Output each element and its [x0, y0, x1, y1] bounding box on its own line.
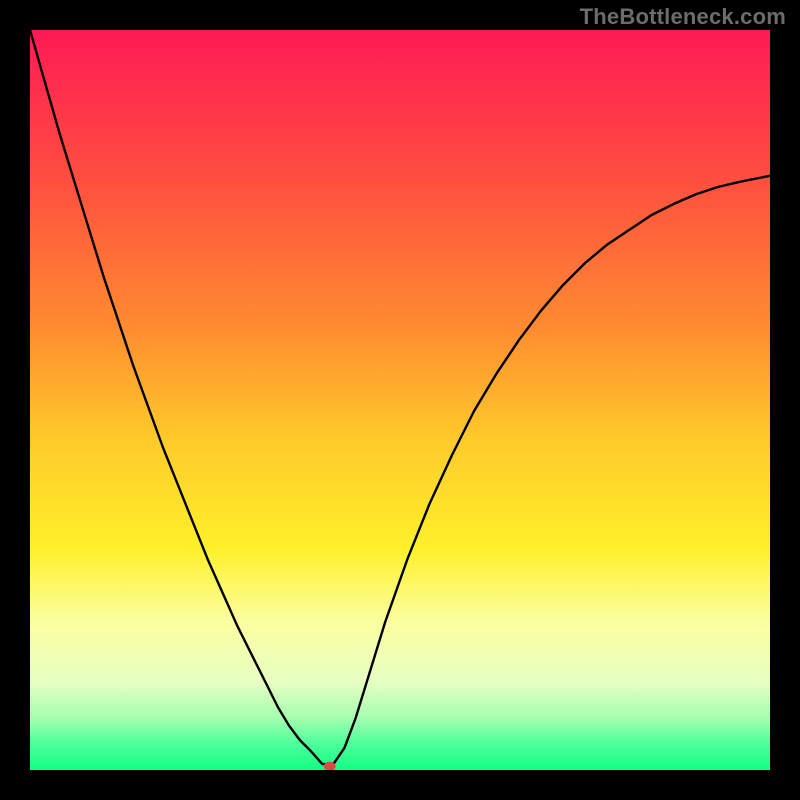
watermark-text: TheBottleneck.com — [580, 4, 786, 30]
chart-frame: TheBottleneck.com — [0, 0, 800, 800]
chart-background — [30, 30, 770, 770]
bottleneck-chart — [30, 30, 770, 770]
